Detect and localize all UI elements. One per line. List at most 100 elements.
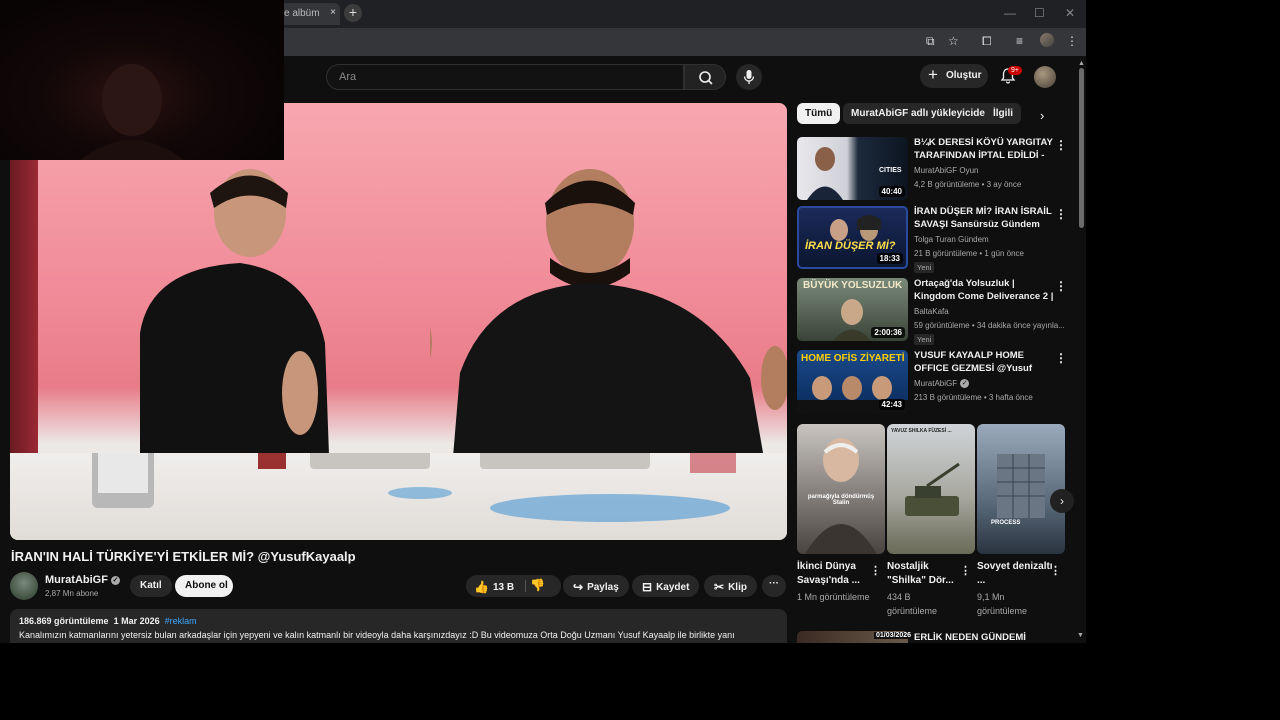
recommendation-meta: 213 B görüntüleme • 3 hafta önce <box>914 393 1033 402</box>
more-vert-icon[interactable]: ⋮ <box>1055 138 1067 152</box>
short-thumbnail: parmağıyla döndürmüş Stalin <box>797 424 885 554</box>
short-views: 434 B görüntüleme <box>887 592 938 616</box>
video-frame-person-left <box>140 169 330 483</box>
scrollbar-thumb[interactable] <box>1079 68 1084 228</box>
like-icon: 👍 <box>474 580 489 594</box>
mic-icon <box>743 70 755 84</box>
more-vert-icon[interactable]: ⋮ <box>1055 279 1067 293</box>
browser-tab[interactable]: e albüm × <box>280 3 340 25</box>
channel-avatar[interactable] <box>10 572 38 600</box>
recommendation-channel: Tolga Turan Gündem <box>914 235 989 244</box>
verified-icon: ✓ <box>960 379 970 389</box>
chevron-right-icon[interactable]: › <box>1050 489 1074 513</box>
upload-date: 1 Mar 2026 <box>113 616 160 626</box>
search-input[interactable]: Ara <box>326 64 684 90</box>
voice-search-button[interactable] <box>736 64 762 90</box>
video-title: İRAN'IN HALİ TÜRKİYE'Yİ ETKİLER Mİ? @Yus… <box>11 549 356 564</box>
plus-icon: + <box>928 65 938 84</box>
short-title: İkinci Dünya Savaşı'nda ... <box>797 561 860 586</box>
chip-related[interactable]: İlgili <box>985 103 1021 124</box>
bookmark-star-icon[interactable]: ☆ <box>948 34 959 48</box>
minimize-icon[interactable]: — <box>1004 6 1016 20</box>
webcam-overlay <box>0 0 284 160</box>
short-thumbnail: YAVUZ SHILKA FÜZESİ ... <box>887 424 975 554</box>
thumb-text: İRAN DÜŞER Mİ? <box>805 240 896 252</box>
more-vert-icon[interactable]: ⋮ <box>870 564 881 577</box>
install-app-icon[interactable]: ⧉ <box>926 34 935 49</box>
channel-name-text: MuratAbiGF <box>45 574 108 586</box>
thumb-date: 01/03/2026 <box>874 632 914 639</box>
media-queue-icon[interactable]: ≡ <box>1016 34 1023 48</box>
extensions-icon[interactable]: ⧠ <box>982 34 992 49</box>
subscribe-button[interactable]: Abone ol <box>175 575 233 597</box>
hashtag-link[interactable]: #reklam <box>165 616 197 626</box>
recommendation-title: B¼K DERESİ KÖYÜ YARGITAY TARAFINDAN İPTA… <box>914 137 1053 163</box>
profile-avatar-icon[interactable] <box>1040 33 1054 47</box>
video-duration: 18:33 <box>876 253 903 264</box>
recommendation-channel-text: MuratAbiGF <box>914 379 958 388</box>
create-button[interactable]: + Oluştur <box>920 64 988 88</box>
chevron-right-icon[interactable]: › <box>1040 108 1044 123</box>
chip-from-uploader[interactable]: MuratAbiGF adlı yükleyiciden <box>843 103 1000 124</box>
dislike-icon[interactable]: 👎 <box>530 578 545 592</box>
description-box[interactable]: 186.869 görüntüleme 1 Mar 2026 #reklam K… <box>10 609 787 643</box>
scroll-down-icon[interactable]: ▼ <box>1077 632 1084 639</box>
more-vert-icon[interactable]: ⋮ <box>1055 351 1067 365</box>
video-duration: 2:00:36 <box>871 327 905 338</box>
short-caption: parmağıyla döndürmüş Stalin <box>807 494 875 506</box>
view-count: 186.869 görüntüleme <box>19 616 109 626</box>
chip-all[interactable]: Tümü <box>797 103 841 124</box>
join-button[interactable]: Katıl <box>130 575 172 597</box>
share-button[interactable]: ↪ Paylaş <box>563 575 629 597</box>
like-button[interactable]: 👍 13 B <box>466 575 561 597</box>
thumb-text: HOME OFİS ZİYARETİ <box>801 353 905 364</box>
scrollbar[interactable] <box>1077 58 1086 643</box>
scroll-up-icon[interactable]: ▲ <box>1078 60 1085 67</box>
recommendation-title[interactable]: ERLİK NEDEN GÜNDEMİ <box>914 632 1026 643</box>
more-vert-icon[interactable]: ⋮ <box>1055 207 1067 221</box>
recommendation-channel: MuratAbiGF Oyun <box>914 166 979 175</box>
recommendation-item[interactable]: HOME OFİS ZİYARETİ 42:43 YUSUF KAYAALP H… <box>797 350 1069 416</box>
subscriber-count: 2,87 Mn abone <box>45 589 99 598</box>
more-vert-icon[interactable]: ⋮ <box>960 564 971 577</box>
search-button[interactable] <box>684 64 726 90</box>
short-item[interactable]: YAVUZ SHILKA FÜZESİ ... Nostaljik "Shilk… <box>887 424 975 618</box>
description-meta: 186.869 görüntüleme 1 Mar 2026 #reklam <box>19 616 778 626</box>
more-vert-icon[interactable]: ⋮ <box>1050 564 1061 577</box>
window-close-icon[interactable]: ✕ <box>1065 6 1075 20</box>
short-item[interactable]: parmağıyla döndürmüş Stalin İkinci Dünya… <box>797 424 885 604</box>
tab-close-icon[interactable]: × <box>330 7 336 18</box>
browser-window: e albüm × + — ☐ ✕ ⧉ ☆ ⧠ ≡ ⋮ Ara + Oluştu… <box>0 0 1086 643</box>
save-label: Kaydet <box>656 582 690 593</box>
short-caption: PROCESS <box>991 520 1021 526</box>
recommendation-thumbnail: İRAN DÜŞER Mİ? 18:33 <box>797 206 908 269</box>
recommendation-meta: 4,2 B görüntüleme • 3 ay önce <box>914 180 1022 189</box>
video-player[interactable] <box>10 103 787 540</box>
recommendation-channel: BaltaKafa <box>914 307 949 316</box>
notification-badge: 9+ <box>1008 66 1022 75</box>
recommendation-title: İRAN DÜŞER Mİ? İRAN İSRAİL SAVAŞI Sansür… <box>914 206 1052 230</box>
recommendation-item[interactable]: CITIES 40:40 B¼K DERESİ KÖYÜ YARGITAY TA… <box>797 137 1069 203</box>
short-views: 9,1 Mn görüntüleme <box>977 592 1028 616</box>
maximize-icon[interactable]: ☐ <box>1034 6 1045 20</box>
new-tab-button[interactable]: + <box>344 4 362 22</box>
clip-button[interactable]: ✂ Klip <box>704 575 757 597</box>
more-actions-button[interactable]: ··· <box>762 575 786 597</box>
short-item[interactable]: PROCESS Sovyet denizaltı ... 9,1 Mn görü… <box>977 424 1065 618</box>
new-badge: Yeni <box>914 334 935 345</box>
recommendation-item[interactable]: BÜYÜK YOLSUZLUK 2:00:36 Ortaçağ'da Yolsu… <box>797 278 1069 345</box>
browser-menu-icon[interactable]: ⋮ <box>1066 34 1078 48</box>
account-avatar[interactable] <box>1034 66 1056 88</box>
save-icon: ⊟ <box>642 580 653 594</box>
search-icon <box>699 71 713 85</box>
video-frame-table <box>10 403 787 540</box>
video-duration: 40:40 <box>878 186 905 197</box>
save-button[interactable]: ⊟ Kaydet <box>632 575 700 597</box>
short-thumbnail: PROCESS <box>977 424 1065 554</box>
recommendation-meta: 21 B görüntüleme • 1 gün önce <box>914 249 1024 258</box>
recommendation-title: Ortaçağ'da Yolsuzluk | Kingdom Come Deli… <box>914 278 1054 304</box>
thumb-text: CITIES <box>879 167 902 174</box>
channel-name[interactable]: MuratAbiGF ✓ <box>45 574 120 586</box>
recommendation-item[interactable]: İRAN DÜŞER Mİ? 18:33 İRAN DÜŞER Mİ? İRAN… <box>797 206 1069 273</box>
video-duration: 42:43 <box>878 399 905 410</box>
